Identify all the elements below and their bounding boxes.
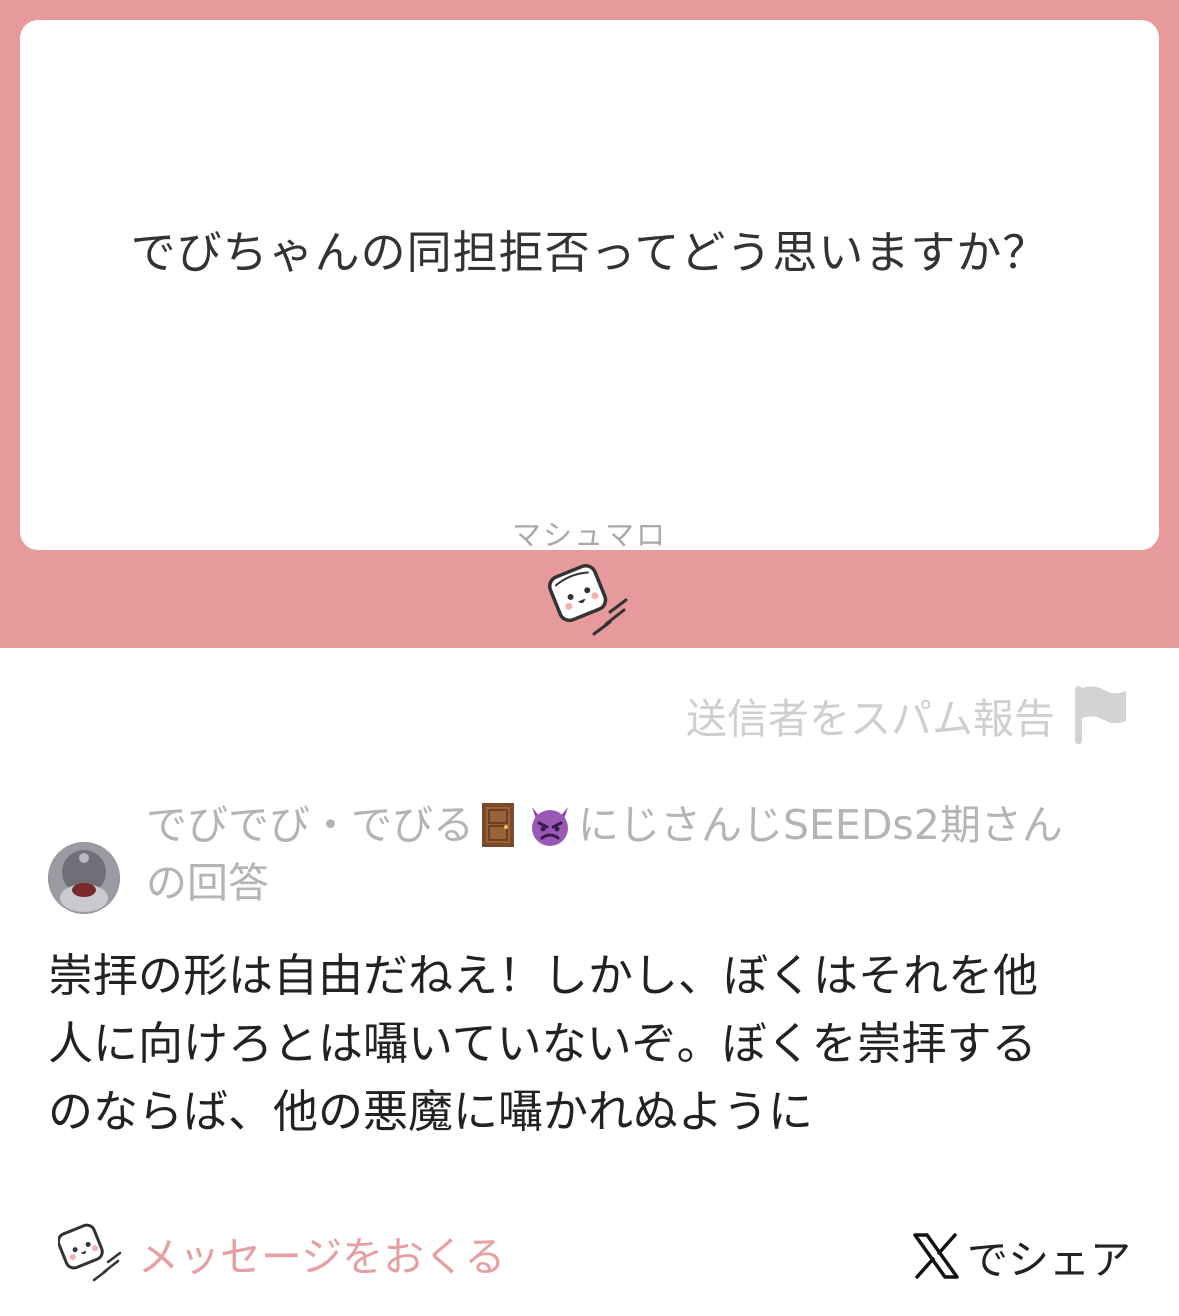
door-emoji-icon [482,803,514,847]
smiling-imp-emoji-icon [532,807,568,846]
answer-line: のならば、他の悪魔に囁かれぬように [48,1085,814,1138]
avatar-image [48,842,120,914]
answerer-affiliation: にじさんじSEEDs2期さん [578,801,1063,849]
share-on-x-button[interactable]: でシェア [911,1226,1131,1286]
question-card: でびちゃんの同担拒否ってどう思いますか？ マシュマロ [20,20,1159,552]
share-label: でシェア [967,1236,1131,1284]
answerer-name[interactable]: でびでび・でびる [146,796,474,854]
send-message-button[interactable]: メッセージをおくる [58,1220,505,1286]
avatar[interactable] [48,842,120,914]
send-message-label: メッセージをおくる [138,1233,506,1281]
x-logo-icon [913,1233,959,1279]
question-banner: でびちゃんの同担拒否ってどう思いますか？ マシュマロ [0,0,1179,648]
answer-suffix: の回答 [146,859,269,907]
answer-line: 人に向けろとは囁いていないぞ。ぼくを崇拝する [48,1017,1037,1070]
marshmallow-small-icon [58,1223,122,1282]
answerer-heading: でびでび・でびる にじさんじSEEDs2期さん の回答 [146,796,1136,912]
brand-label: マシュマロ [511,518,667,552]
question-text: でびちゃんの同担拒否ってどう思いますか？ [130,226,1049,279]
spam-report-button[interactable]: 送信者をスパム報告 [686,684,1129,746]
flag-icon [1075,686,1126,744]
spam-report-label: 送信者をスパム報告 [686,695,1055,743]
answer-line: 崇拝の形は自由だねえ！しかし、ぼくはそれを他 [48,949,1039,1002]
marshmallow-mascot-icon [548,564,628,636]
answer-text: 崇拝の形は自由だねえ！しかし、ぼくはそれを他 人に向けろとは囁いていないぞ。ぼく… [48,942,1138,1146]
